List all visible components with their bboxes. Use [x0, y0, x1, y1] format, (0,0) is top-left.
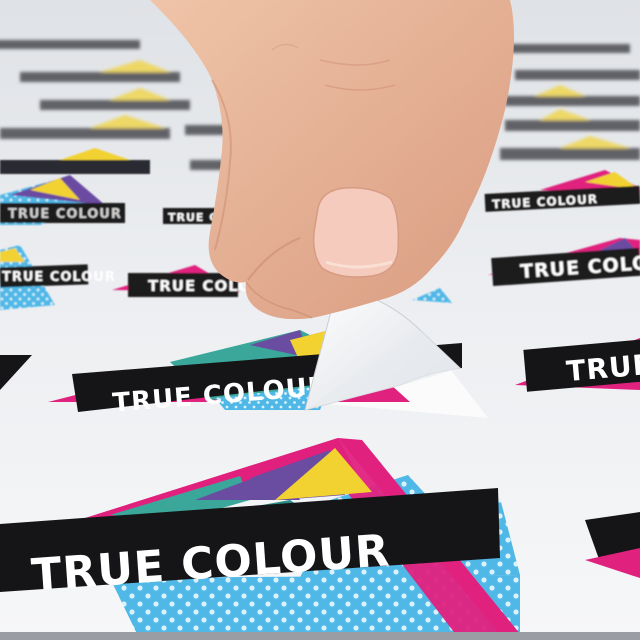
sticker-label: TRUE COLOUR: [8, 207, 122, 222]
photo-scene: TRUE COLOUR TRUE COLOUR TRUE COLOUR TRUE…: [0, 0, 640, 640]
sticker-sheet-photo: TRUE COLOUR TRUE COLOUR TRUE COLOUR TRUE…: [0, 0, 640, 640]
sheet-bottom-edge: [0, 632, 640, 640]
sticker-label: TRUE COLOUR: [2, 270, 116, 285]
